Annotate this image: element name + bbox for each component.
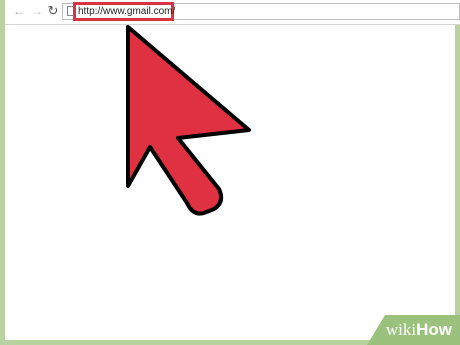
wikihow-logo-text: wikiHow xyxy=(386,320,452,340)
wikihow-logo-how: How xyxy=(416,320,452,339)
arrow-cursor-icon xyxy=(126,25,251,216)
wikihow-logo-wiki: wiki xyxy=(385,320,417,339)
